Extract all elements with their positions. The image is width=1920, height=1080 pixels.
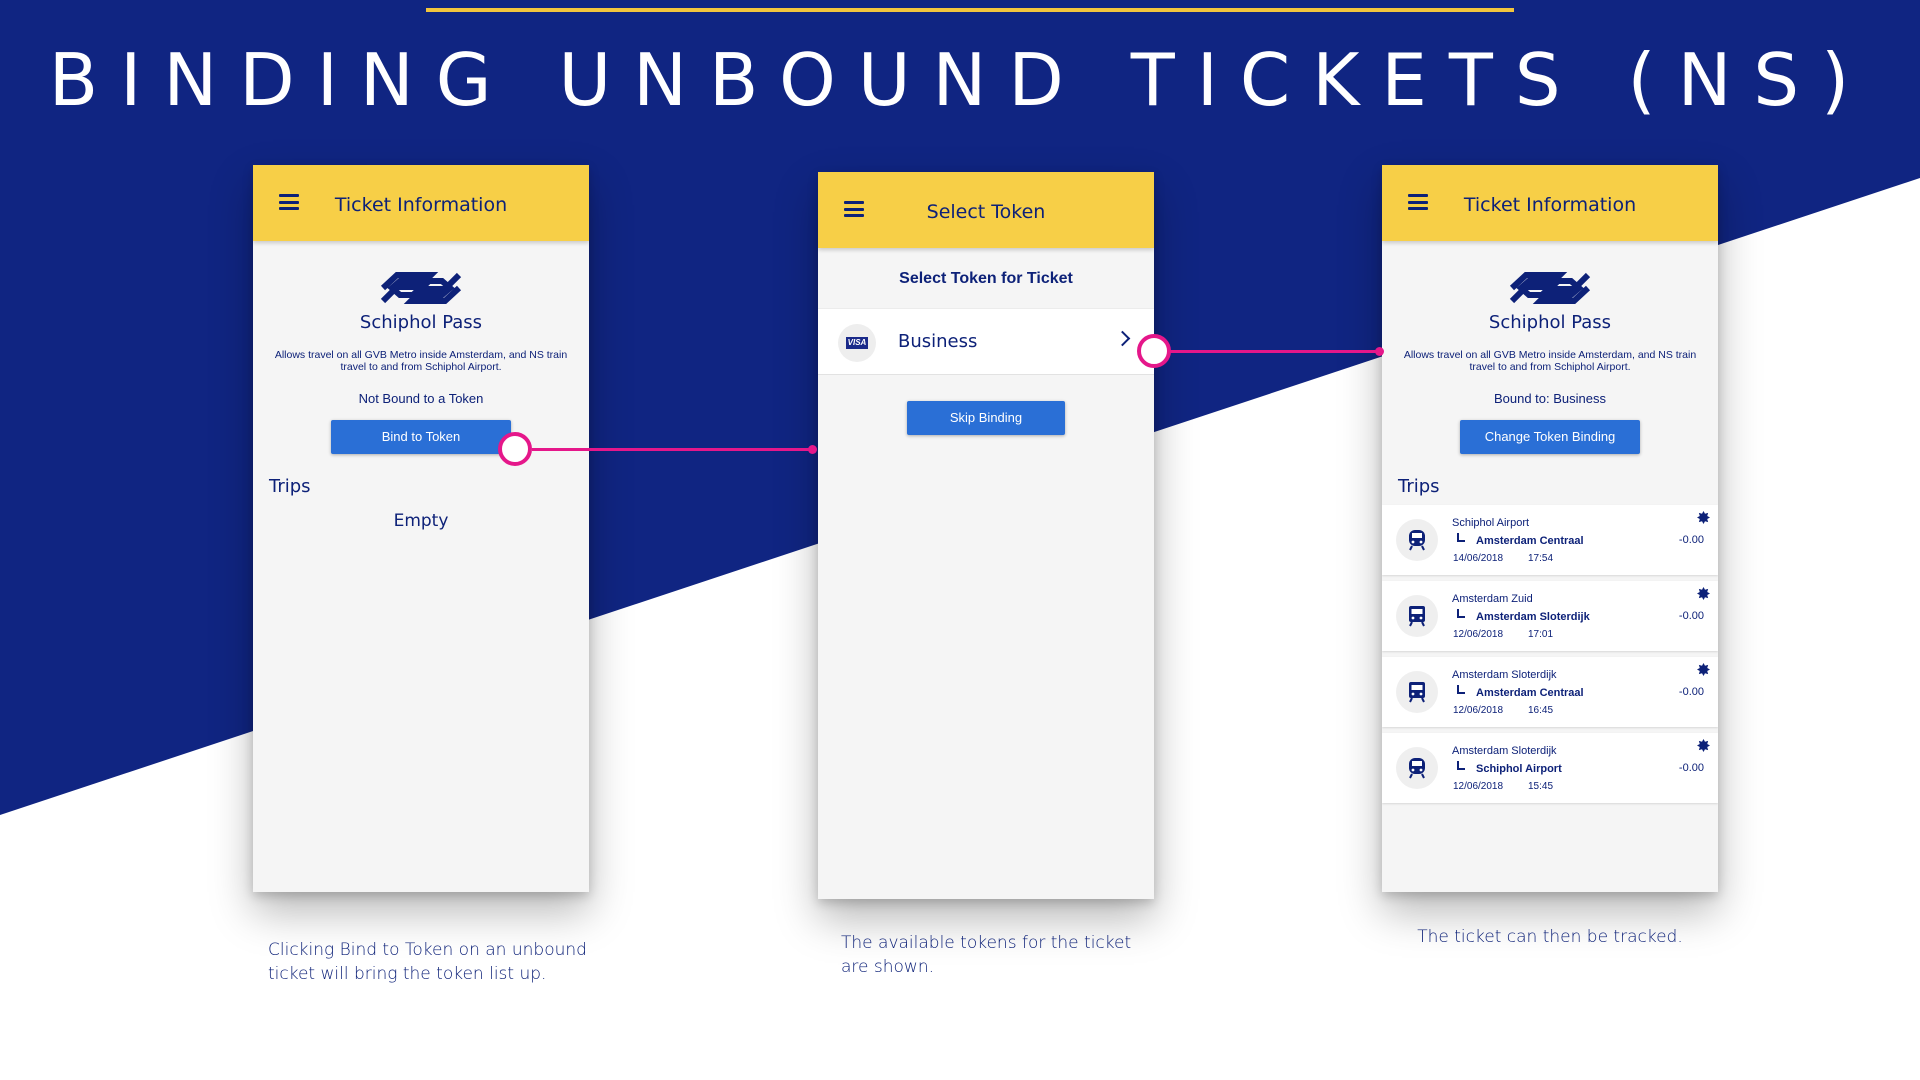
trip-list: Schiphol Airport Amsterdam Centraal 14/0… — [1382, 505, 1718, 803]
trip-destination: Amsterdam Centraal — [1476, 535, 1584, 547]
binding-status: Bound to: Business — [1493, 391, 1607, 406]
trip-card[interactable]: Amsterdam Sloterdijk Schiphol Airport 12… — [1382, 733, 1718, 803]
app-bar: Ticket Information — [253, 165, 589, 241]
pass-description: Allows travel on all GVB Metro inside Am… — [1403, 349, 1697, 373]
ns-logo-icon — [1509, 272, 1591, 304]
pass-name: Schiphol Pass — [359, 312, 483, 333]
trip-origin: Amsterdam Sloterdijk — [1452, 669, 1557, 681]
trip-destination: Schiphol Airport — [1476, 763, 1562, 775]
visa-card-icon: VISA — [838, 324, 876, 362]
change-token-binding-button[interactable]: Change Token Binding — [1460, 420, 1640, 454]
bind-to-token-button[interactable]: Bind to Token — [331, 420, 511, 454]
trip-date: 14/06/2018 — [1453, 553, 1504, 564]
app-bar: Select Token — [818, 172, 1154, 248]
trip-time: 15:45 — [1528, 781, 1554, 792]
page-title: BINDING UNBOUND TICKETS (NS) — [48, 38, 1872, 122]
flow-node-bind-button — [498, 432, 532, 466]
pass-description: Allows travel on all GVB Metro inside Am… — [274, 349, 568, 373]
binding-status: Not Bound to a Token — [358, 391, 484, 406]
route-branch-icon — [1457, 533, 1465, 542]
flow-connector-2 — [1170, 350, 1380, 353]
flow-connector-1 — [532, 448, 816, 451]
badge-icon — [1697, 511, 1710, 524]
app-bar-title: Select Token — [926, 201, 1046, 223]
select-token-subheading: Select Token for Ticket — [899, 270, 1073, 287]
caption-step-3: The ticket can then be tracked. — [1417, 927, 1683, 947]
badge-icon — [1697, 739, 1710, 752]
token-label: Business — [898, 331, 978, 352]
phone-screen-select-token: Select Token Select Token for Ticket VIS… — [818, 172, 1154, 899]
trip-origin: Amsterdam Sloterdijk — [1452, 745, 1557, 757]
train-icon — [1396, 595, 1438, 637]
phone-screen-unbound: Ticket Information Schiphol Pass Allows … — [253, 165, 589, 892]
caption-step-2: The available tokens for the ticket are … — [841, 933, 1132, 977]
trip-amount: -0.00 — [1678, 534, 1704, 546]
trip-date: 12/06/2018 — [1453, 705, 1504, 716]
flow-endpoint-dot — [1375, 347, 1384, 356]
badge-icon — [1697, 663, 1710, 676]
trip-destination: Amsterdam Centraal — [1476, 687, 1584, 699]
title-rule — [426, 8, 1514, 12]
app-bar-title: Ticket Information — [1463, 194, 1637, 216]
trips-heading: Trips — [269, 476, 311, 497]
trip-card[interactable]: Amsterdam Zuid Amsterdam Sloterdijk 12/0… — [1382, 581, 1718, 651]
phone-screen-bound: Ticket Information Schiphol Pass Allows … — [1382, 165, 1718, 892]
pass-name: Schiphol Pass — [1488, 312, 1612, 333]
skip-binding-button[interactable]: Skip Binding — [907, 401, 1065, 435]
token-row-business[interactable]: VISA Business — [818, 308, 1154, 375]
trip-time: 16:45 — [1528, 705, 1554, 716]
trips-empty-state: Empty — [393, 511, 449, 531]
trips-heading: Trips — [1398, 476, 1440, 497]
app-bar-title: Ticket Information — [334, 194, 508, 216]
trip-origin: Amsterdam Zuid — [1452, 593, 1533, 605]
trip-amount: -0.00 — [1678, 610, 1704, 622]
route-branch-icon — [1457, 761, 1465, 770]
route-branch-icon — [1457, 685, 1465, 694]
badge-icon — [1697, 587, 1710, 600]
route-branch-icon — [1457, 609, 1465, 618]
app-bar: Ticket Information — [1382, 165, 1718, 241]
trip-origin: Schiphol Airport — [1452, 517, 1530, 529]
trip-destination: Amsterdam Sloterdijk — [1476, 611, 1590, 623]
metro-icon — [1396, 747, 1438, 789]
train-icon — [1396, 671, 1438, 713]
ns-logo-icon — [380, 272, 462, 304]
flow-node-token-row — [1137, 334, 1171, 368]
flow-endpoint-dot — [808, 445, 817, 454]
caption-step-1: Clicking Bind to Token on an unbound tic… — [268, 940, 587, 984]
chevron-right-icon — [1114, 330, 1131, 347]
metro-icon — [1396, 519, 1438, 561]
trip-time: 17:54 — [1528, 553, 1554, 564]
trip-card[interactable]: Schiphol Airport Amsterdam Centraal 14/0… — [1382, 505, 1718, 575]
trip-amount: -0.00 — [1678, 762, 1704, 774]
trip-date: 12/06/2018 — [1453, 781, 1504, 792]
trip-amount: -0.00 — [1678, 686, 1704, 698]
trip-time: 17:01 — [1528, 629, 1554, 640]
trip-card[interactable]: Amsterdam Sloterdijk Amsterdam Centraal … — [1382, 657, 1718, 727]
trip-date: 12/06/2018 — [1453, 629, 1504, 640]
